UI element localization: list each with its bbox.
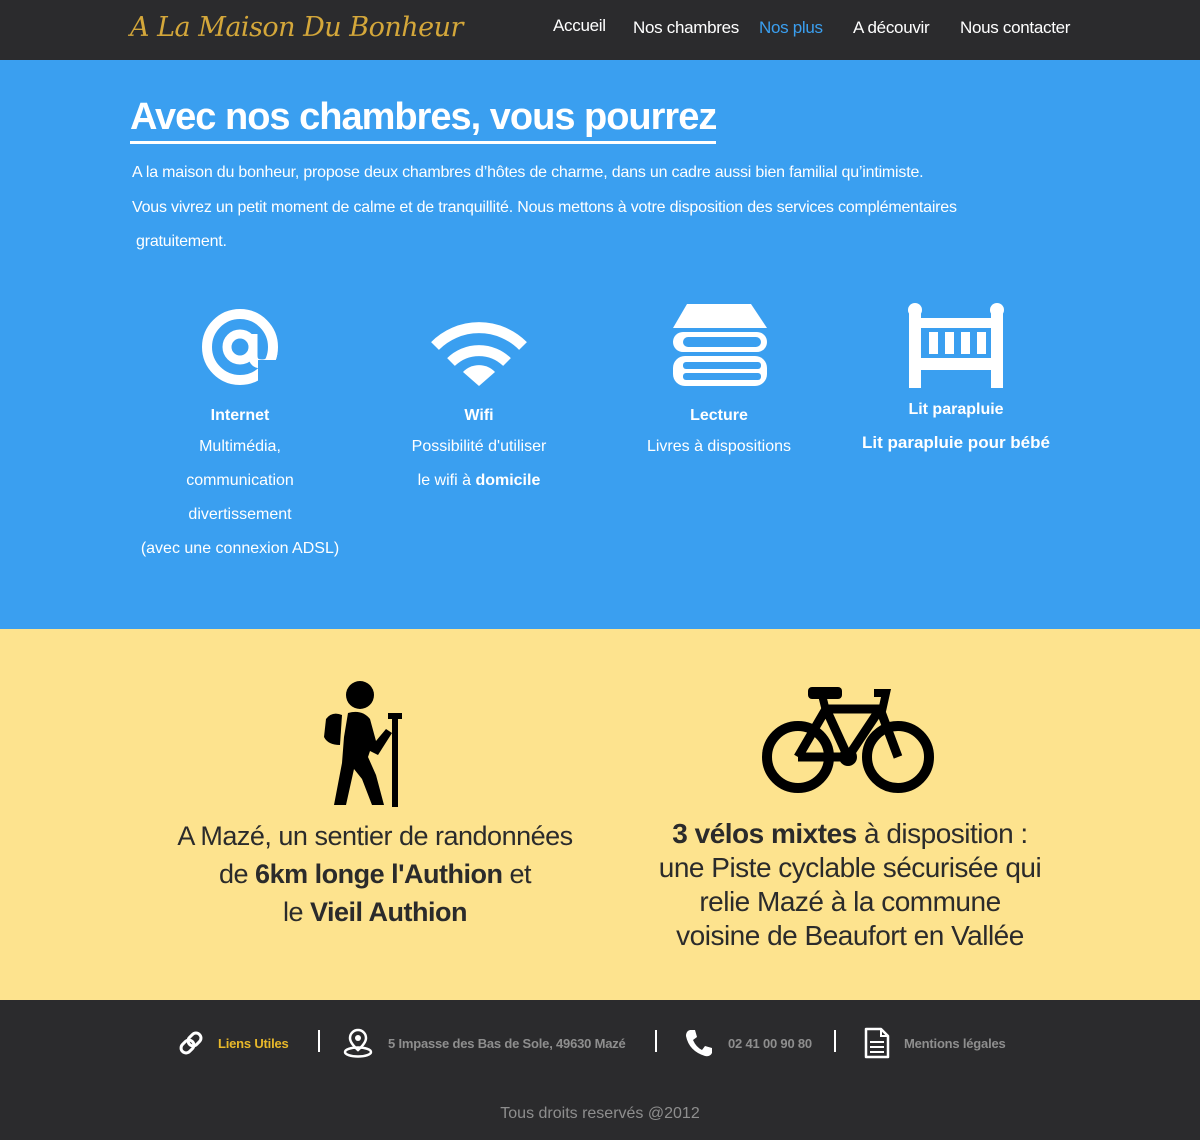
- feature-internet-line: divertissement: [188, 506, 292, 523]
- hiking-text: A Mazé, un sentier de randonnées de 6km …: [130, 817, 620, 931]
- intro-line-2: Vous vivrez un petit moment de calme et …: [132, 199, 957, 216]
- intro-line-3: gratuitement.: [136, 233, 227, 250]
- nav-a-decouvrir[interactable]: A découvir: [853, 18, 930, 38]
- feature-lecture-title: Lecture: [690, 407, 748, 424]
- cycling-line-1: 3 vélos mixtes à disposition :: [672, 818, 1028, 849]
- books-icon: [599, 300, 839, 388]
- map-pin-icon: [343, 1028, 373, 1058]
- footer-mentions-legales[interactable]: Mentions légales: [864, 1027, 1006, 1059]
- footer-address: 5 Impasse des Bas de Sole, 49630 Mazé: [342, 1028, 626, 1058]
- hiking-line-3: le Vieil Authion: [282, 897, 468, 927]
- services-title: Avec nos chambres, vous pourrez: [130, 96, 717, 144]
- cycling-line-4: voisine de Beaufort en Vallée: [676, 920, 1024, 951]
- footer-phone[interactable]: 02 41 00 90 80: [684, 1028, 812, 1058]
- feature-wifi-line: Possibilité d'utiliser: [411, 438, 547, 455]
- footer-separator: [318, 1030, 320, 1052]
- feature-lit-parapluie: Lit parapluie Lit parapluie pour bébé: [836, 300, 1076, 460]
- footer-separator: [655, 1030, 657, 1052]
- services-section: Avec nos chambres, vous pourrez A la mai…: [0, 60, 1200, 629]
- nav-accueil[interactable]: Accueil: [553, 16, 606, 36]
- cycling-line-3: relie Mazé à la commune: [699, 886, 1001, 917]
- copyright: Tous droits reservés @2012: [500, 1105, 700, 1122]
- feature-lit-line: Lit parapluie pour bébé: [862, 433, 1050, 452]
- top-navbar: A La Maison Du Bonheur Accueil Nos chamb…: [0, 0, 1200, 60]
- hiker-icon: [310, 679, 406, 812]
- feature-wifi-line-2: le wifi à domicile: [417, 472, 541, 489]
- site-logo[interactable]: A La Maison Du Bonheur: [130, 12, 463, 43]
- footer-liens-utiles[interactable]: Liens Utiles: [178, 1028, 289, 1058]
- bicycle-icon: [758, 685, 938, 800]
- feature-wifi: Wifi Possibilité d'utiliser le wifi à do…: [359, 300, 599, 498]
- document-icon: [864, 1027, 890, 1059]
- feature-internet-line: Multimédia,: [199, 438, 281, 455]
- feature-internet: Internet Multimédia, communication diver…: [120, 300, 360, 566]
- hiking-line-2: de 6km longe l'Authion et: [219, 859, 531, 889]
- feature-lecture-line: Livres à dispositions: [646, 438, 792, 455]
- feature-wifi-title: Wifi: [464, 407, 494, 424]
- footer-separator: [834, 1030, 836, 1052]
- activities-section: A Mazé, un sentier de randonnées de 6km …: [0, 629, 1200, 1000]
- feature-lecture: Lecture Livres à dispositions: [599, 300, 839, 464]
- at-sign-icon: [120, 300, 360, 388]
- link-icon: [179, 1031, 203, 1055]
- feature-internet-line: (avec une connexion ADSL): [140, 540, 340, 557]
- cycling-line-2: une Piste cyclable sécurisée qui: [658, 852, 1042, 883]
- nav-nous-contacter[interactable]: Nous contacter: [960, 18, 1070, 38]
- nav-nos-plus[interactable]: Nos plus: [759, 18, 823, 38]
- nav-nos-chambres[interactable]: Nos chambres: [633, 18, 739, 38]
- feature-lit-title: Lit parapluie: [908, 401, 1004, 418]
- hiking-line-1: A Mazé, un sentier de randonnées: [177, 821, 573, 851]
- feature-internet-title: Internet: [210, 407, 270, 424]
- cycling-text: 3 vélos mixtes à disposition : une Piste…: [625, 817, 1075, 953]
- footer: Liens Utiles 5 Impasse des Bas de Sole, …: [0, 1000, 1200, 1140]
- wifi-icon: [359, 300, 599, 388]
- feature-internet-line: communication: [186, 472, 294, 489]
- phone-icon: [686, 1030, 712, 1057]
- crib-icon: [836, 300, 1076, 388]
- intro-line-1: A la maison du bonheur, propose deux cha…: [132, 164, 924, 181]
